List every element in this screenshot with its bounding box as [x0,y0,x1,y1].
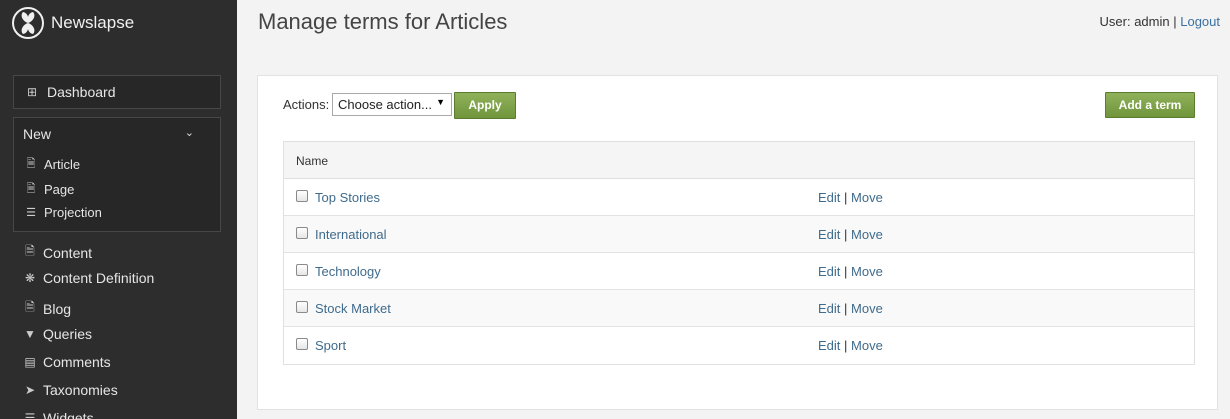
sidebar-item-label: Content Definition [43,270,155,286]
document-icon: 🗎 [25,300,35,314]
row-actions-separator: | [840,301,852,316]
list-document-icon: ☰ [26,207,36,219]
table-row: Technology Edit | Move [284,253,1194,290]
document-icon: 🗎 [26,158,36,170]
sidebar-group-new: New ⌄ 🗎 Article 🗎 Page ☰ Projection [13,117,221,232]
row-actions: Edit | Move [818,338,883,353]
row-actions-separator: | [840,338,852,353]
sidebar-item-label: Queries [43,326,93,342]
table-row: Sport Edit | Move [284,327,1194,364]
table-row: International Edit | Move [284,216,1194,253]
apply-button[interactable]: Apply [454,92,516,119]
term-name[interactable]: Sport [315,338,346,353]
bulk-action-select-value: Choose action... [338,97,432,112]
sidebar-item-dashboard[interactable]: ⊞ Dashboard [13,75,221,109]
brand[interactable]: Newslapse [12,6,134,40]
sidebar: Newslapse ⊞ Dashboard New ⌄ 🗎 Article 🗎 … [0,0,237,419]
tags-icon: ➤ [24,383,36,397]
sidebar-item-label: Projection [44,205,102,220]
logout-link[interactable]: Logout [1180,14,1220,29]
move-link[interactable]: Move [851,338,883,353]
edit-link[interactable]: Edit [818,264,840,279]
row-actions: Edit | Move [818,301,883,316]
grid-icon: ⊞ [26,85,38,99]
sidebar-item-blog[interactable]: 🗎 Blog [23,298,71,319]
terms-table: Name Top Stories Edit | Move Internation… [283,141,1195,365]
sidebar-item-page[interactable]: 🗎 Page [24,180,75,199]
sidebar-item-content[interactable]: 🗎 Content [23,242,92,263]
sidebar-item-label: Article [44,157,81,172]
row-actions-separator: | [840,190,852,205]
sidebar-item-label: Widgets [43,410,94,419]
term-name[interactable]: International [315,227,387,242]
term-name[interactable]: Stock Market [315,301,391,316]
main-panel: Actions: Choose action... ▼ Apply Add a … [257,75,1218,410]
edit-link[interactable]: Edit [818,227,840,242]
user-name: admin [1134,14,1170,29]
sidebar-item-comments[interactable]: ▤ Comments [23,354,111,370]
row-checkbox[interactable] [296,301,308,313]
term-name[interactable]: Technology [315,264,381,279]
row-checkbox[interactable] [296,338,308,350]
sidebar-item-label: Comments [43,354,111,370]
row-checkbox[interactable] [296,190,308,202]
dropdown-arrow-icon: ▼ [436,97,445,107]
sidebar-item-queries[interactable]: ▼ Queries [23,326,92,342]
row-actions: Edit | Move [818,227,883,242]
table-row: Top Stories Edit | Move [284,179,1194,216]
row-actions: Edit | Move [818,190,883,205]
sidebar-item-content-definition[interactable]: ❋ Content Definition [23,270,154,286]
sidebar-item-article[interactable]: 🗎 Article [24,155,81,174]
add-term-button[interactable]: Add a term [1105,92,1195,118]
comment-icon: ▤ [24,355,36,369]
edit-link[interactable]: Edit [818,301,840,316]
row-checkbox[interactable] [296,264,308,276]
move-link[interactable]: Move [851,190,883,205]
puzzle-icon: ❋ [24,271,36,285]
sidebar-group-new-label[interactable]: New [23,126,51,142]
row-checkbox[interactable] [296,227,308,239]
sidebar-item-label: Blog [43,300,72,317]
bulk-action-select[interactable]: Choose action... ▼ [332,93,452,116]
sidebar-item-taxonomies[interactable]: ➤ Taxonomies [23,382,118,398]
edit-link[interactable]: Edit [818,190,840,205]
sidebar-item-widgets[interactable]: ☰ Widgets [23,410,94,419]
widgets-icon: ☰ [24,411,36,419]
document-icon: 🗎 [26,183,36,195]
move-link[interactable]: Move [851,227,883,242]
chevron-down-icon[interactable]: ⌄ [185,126,194,139]
filter-icon: ▼ [24,327,36,341]
move-link[interactable]: Move [851,264,883,279]
table-header-name: Name [284,142,1194,179]
move-link[interactable]: Move [851,301,883,316]
sidebar-item-label: Taxonomies [43,382,118,398]
sidebar-item-projection[interactable]: ☰ Projection [24,205,102,220]
user-prefix: User: [1099,14,1135,29]
actions-label: Actions: [283,97,330,112]
sidebar-item-label: Content [43,244,93,261]
edit-link[interactable]: Edit [818,338,840,353]
brand-logo-icon [12,7,44,39]
user-separator: | [1169,14,1181,29]
term-name[interactable]: Top Stories [315,190,380,205]
row-actions: Edit | Move [818,264,883,279]
sidebar-item-label: Dashboard [47,84,116,100]
page-title: Manage terms for Articles [258,9,508,34]
table-row: Stock Market Edit | Move [284,290,1194,327]
row-actions-separator: | [840,227,852,242]
user-bar: User: admin | Logout [1100,14,1220,29]
brand-name: Newslapse [51,13,135,32]
document-icon: 🗎 [25,244,35,258]
sidebar-item-label: Page [44,182,75,197]
row-actions-separator: | [840,264,852,279]
